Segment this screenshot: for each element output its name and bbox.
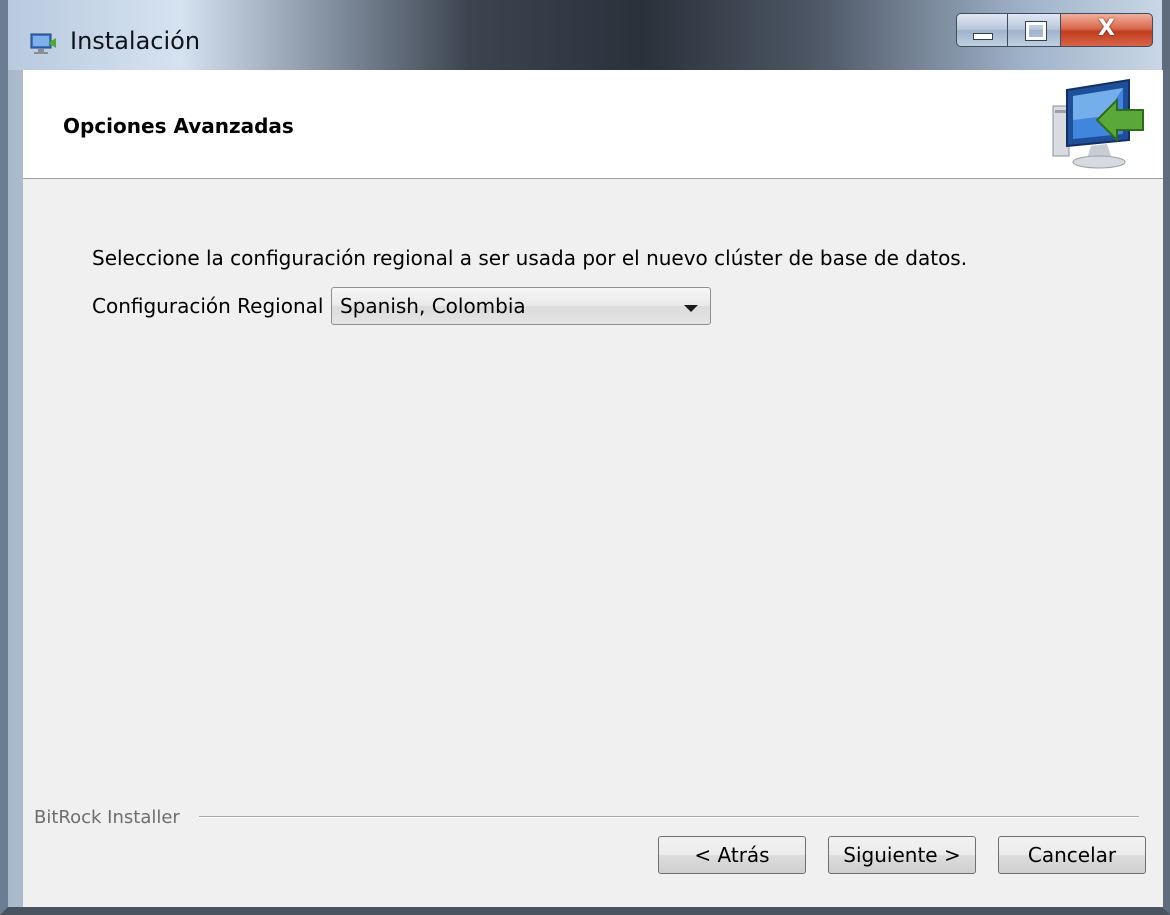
group-label: BitRock Installer	[34, 807, 180, 828]
page-title: Opciones Avanzadas	[63, 114, 294, 138]
footer-divider	[199, 816, 1139, 818]
installer-window: Instalación X Opciones Avanzadas Selecci…	[0, 0, 1170, 915]
close-icon: X	[1098, 16, 1115, 41]
locale-dropdown-value: Spanish, Colombia	[340, 294, 526, 318]
minimize-button[interactable]	[956, 13, 1008, 47]
app-icon	[28, 32, 58, 56]
locale-label: Configuración Regional	[92, 294, 324, 318]
chevron-down-icon[interactable]	[684, 305, 698, 312]
maximize-button[interactable]	[1007, 13, 1061, 47]
locale-dropdown[interactable]: Spanish, Colombia	[331, 287, 711, 325]
minimize-icon	[973, 33, 993, 40]
page-header: Opciones Avanzadas	[23, 70, 1163, 179]
next-button[interactable]: Siguiente >	[828, 836, 976, 874]
dialog-client-area: Opciones Avanzadas Seleccione la configu…	[23, 70, 1163, 907]
back-button[interactable]: < Atrás	[658, 836, 806, 874]
maximize-icon	[1025, 21, 1047, 41]
cancel-button[interactable]: Cancelar	[998, 836, 1146, 874]
instruction-text: Seleccione la configuración regional a s…	[92, 246, 968, 270]
close-button[interactable]: X	[1060, 13, 1153, 47]
title-bar[interactable]: Instalación X	[8, 0, 1162, 70]
computer-install-icon	[1045, 76, 1145, 172]
window-title: Instalación	[70, 27, 201, 55]
